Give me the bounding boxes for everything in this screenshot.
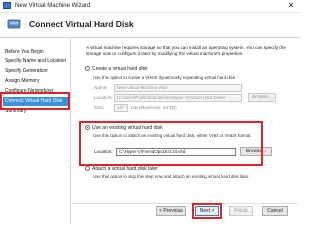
size-unit: GB (Maximum: 64 TB) bbox=[131, 105, 177, 110]
radio-create-label: Create a virtual hard disk bbox=[92, 66, 148, 72]
wizard-window: New Virtual Machine Wizard ✕ Connect Vir… bbox=[0, 0, 300, 224]
sidebar-item-memory[interactable]: Assign Memory bbox=[3, 77, 69, 86]
name-field[interactable]: New Virtual Machine.vhdx bbox=[114, 84, 242, 92]
sidebar-item-before-you-begin[interactable]: Before You Begin bbox=[3, 48, 69, 57]
create-location-field[interactable]: C:\Users\Public\Documents\Hyper-V\Virtua… bbox=[114, 94, 242, 102]
page-header: Connect Virtual Hard Disk bbox=[0, 13, 300, 38]
description-text: A virtual machine requires storage so th… bbox=[86, 45, 286, 56]
page-title: Connect Virtual Hard Disk bbox=[29, 19, 134, 29]
title-bar: New Virtual Machine Wizard ✕ bbox=[0, 0, 300, 13]
window-title: New Virtual Machine Wizard bbox=[15, 3, 91, 9]
finish-button[interactable]: Finish bbox=[229, 206, 253, 216]
wizard-steps-sidebar: Before You Begin Specify Name and Locati… bbox=[0, 38, 71, 224]
sidebar-highlight-box bbox=[0, 92, 70, 110]
radio-button[interactable] bbox=[85, 166, 90, 171]
name-label: Name: bbox=[94, 85, 108, 90]
create-location-label: Location: bbox=[94, 95, 113, 100]
next-button-highlight-box bbox=[192, 203, 222, 219]
radio-later-label: Attach a virtual hard disk later bbox=[92, 166, 158, 172]
virtual-machine-icon bbox=[3, 2, 11, 9]
create-hint: Use this option to create a VHDX dynamic… bbox=[93, 75, 237, 80]
size-label: Size: bbox=[94, 105, 105, 110]
sidebar-item-name-location[interactable]: Specify Name and Location bbox=[3, 57, 69, 66]
sidebar-item-generation[interactable]: Specify Generation bbox=[3, 67, 69, 76]
footer-divider bbox=[72, 203, 298, 204]
create-browse-button[interactable]: Browse... bbox=[248, 93, 276, 102]
size-field[interactable]: 127 bbox=[114, 104, 128, 112]
close-icon[interactable]: ✕ bbox=[286, 0, 296, 11]
radio-create-vhd[interactable]: Create a virtual hard disk bbox=[85, 66, 148, 73]
radio-attach-later[interactable]: Attach a virtual hard disk later bbox=[85, 166, 158, 173]
previous-button[interactable]: < Previous bbox=[156, 206, 186, 216]
radio-button[interactable] bbox=[85, 66, 90, 71]
later-hint: Use this option to skip this step now an… bbox=[93, 174, 250, 179]
hard-disk-icon bbox=[7, 19, 21, 29]
cancel-button[interactable]: Cancel bbox=[262, 206, 288, 216]
existing-option-highlight-box bbox=[79, 121, 263, 166]
